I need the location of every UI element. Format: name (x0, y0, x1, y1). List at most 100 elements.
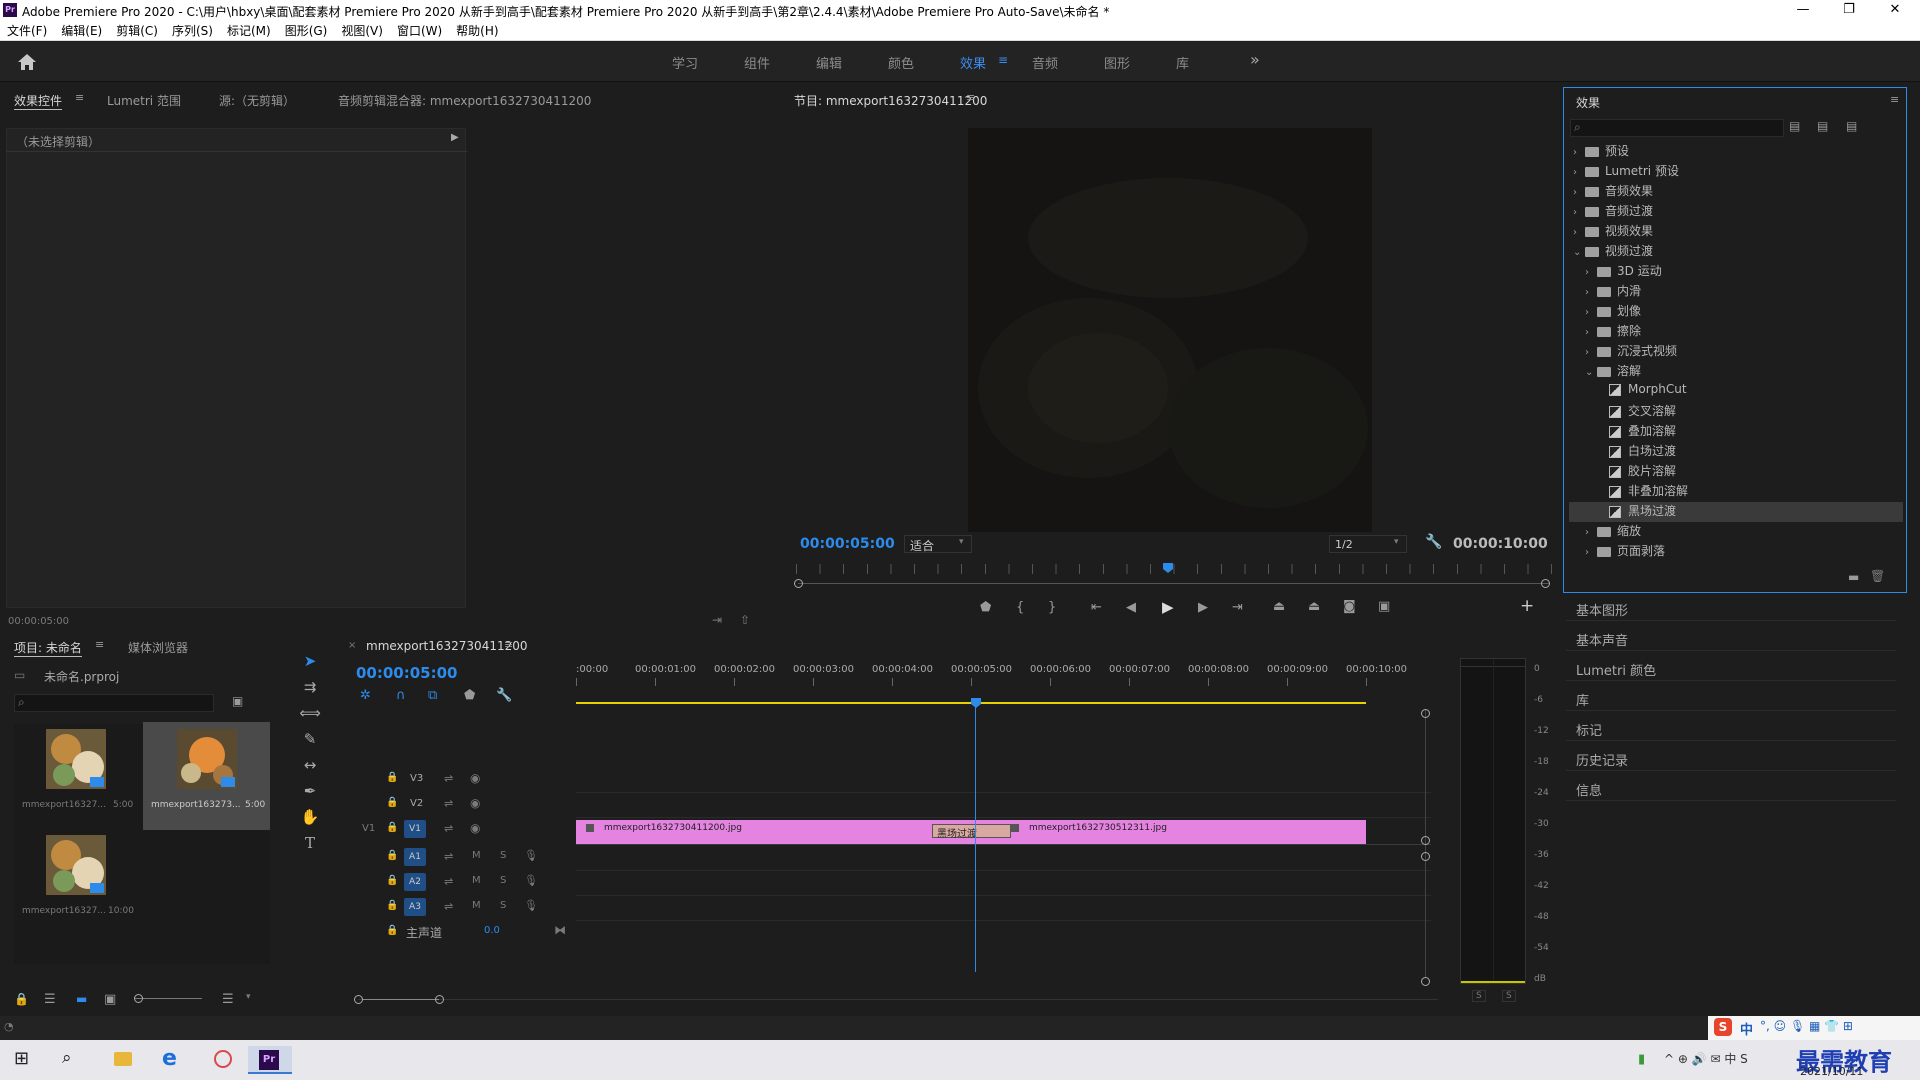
chevron-right-icon[interactable]: › (1585, 327, 1597, 338)
effect-folder[interactable]: ⌄ 溶解 (1569, 362, 1903, 382)
scroll-handle[interactable] (1421, 977, 1430, 986)
menu-clip[interactable]: 剪辑(C) (109, 21, 165, 41)
chevron-right-icon[interactable]: › (1585, 287, 1597, 298)
track-label-v1[interactable]: V1 (404, 820, 426, 838)
windows-start-icon[interactable]: ⊞ (14, 1048, 29, 1069)
workspace-audio[interactable]: 音频 (1032, 53, 1058, 72)
effect-folder[interactable]: › 音频过渡 (1569, 202, 1903, 222)
add-marker-icon[interactable]: ⬟ (464, 688, 475, 703)
track-label-a2[interactable]: A2 (404, 873, 426, 891)
snap-icon[interactable]: ∩ (396, 688, 406, 703)
menu-help[interactable]: 帮助(H) (449, 21, 505, 41)
timeline-menu-icon[interactable]: ≡ (504, 638, 513, 651)
timeline-clip[interactable]: mmexport1632730411200.jpg (576, 820, 971, 844)
effect-folder[interactable]: › 内滑 (1569, 282, 1903, 302)
microphone-icon[interactable]: 🎙 (524, 849, 538, 862)
battery-icon[interactable]: ▮ (1638, 1052, 1645, 1067)
new-search-bin-icon[interactable]: ▣ (232, 694, 243, 708)
search-icon[interactable]: ⌕ (62, 1048, 72, 1068)
solo-left-button[interactable]: S (1472, 990, 1486, 1002)
mark-in-icon[interactable]: { (1016, 600, 1024, 615)
file-explorer-icon[interactable] (102, 1046, 142, 1074)
transition-block[interactable]: 黑场过渡 (932, 824, 1011, 840)
panel-lumetri-color[interactable]: Lumetri 颜色 (1566, 653, 1896, 681)
effect-folder[interactable]: › 擦除 (1569, 322, 1903, 342)
microphone-icon[interactable]: 🎙 (524, 899, 538, 912)
panel-info[interactable]: 信息 (1566, 773, 1896, 801)
solo-button[interactable]: S (500, 850, 506, 861)
track-label-a3[interactable]: A3 (404, 898, 426, 916)
tab-effect-controls[interactable]: 效果控件 (14, 92, 63, 110)
mute-button[interactable]: M (472, 900, 481, 911)
panel-history[interactable]: 历史记录 (1566, 743, 1896, 771)
chevron-down-icon[interactable]: ⌄ (1573, 247, 1585, 258)
microphone-icon[interactable]: 🎙 (524, 874, 538, 887)
scroll-handle[interactable] (1421, 709, 1430, 718)
workspace-graphics[interactable]: 图形 (1104, 53, 1130, 72)
program-mini-ruler[interactable] (796, 564, 1552, 574)
lock-icon[interactable]: 🔒 (386, 772, 398, 783)
nest-icon[interactable]: ✲ (360, 688, 371, 703)
track-label-a1[interactable]: A1 (404, 848, 426, 866)
freeform-view-icon[interactable]: ▣ (104, 992, 116, 1007)
scroll-thumb[interactable] (363, 999, 439, 1000)
sync-lock-icon[interactable]: ⇌ (444, 797, 453, 810)
go-to-next-edit-icon[interactable]: ⧓ (554, 923, 566, 937)
export-frame-icon[interactable]: ◙ (1343, 599, 1356, 614)
chevron-down-icon[interactable]: ⌄ (1585, 367, 1597, 378)
scroll-handle[interactable] (1421, 836, 1430, 845)
menu-sequence[interactable]: 序列(S) (165, 21, 220, 41)
slider-handle[interactable] (134, 994, 143, 1003)
add-marker-icon[interactable]: ⬟ (980, 600, 991, 615)
eye-icon[interactable]: ◉ (470, 821, 480, 835)
effect-folder[interactable]: › 视频效果 (1569, 222, 1903, 242)
effect-folder[interactable]: › 划像 (1569, 302, 1903, 322)
effect-item[interactable]: 交叉溶解 (1569, 402, 1903, 422)
share-icon[interactable]: ⇧ (740, 613, 750, 627)
mark-out-icon[interactable]: } (1048, 600, 1056, 615)
workspace-menu-icon[interactable]: ≡ (998, 53, 1008, 67)
razor-tool-icon[interactable]: ✎ (297, 730, 323, 752)
effect-item[interactable]: 叠加溶解 (1569, 422, 1903, 442)
add-button-icon[interactable]: + (1520, 596, 1534, 616)
chevron-right-icon[interactable]: › (1585, 547, 1597, 558)
step-back-icon[interactable]: ◀ (1126, 600, 1136, 615)
lock-icon[interactable]: 🔒 (386, 850, 398, 861)
chevron-right-icon[interactable]: › (1585, 307, 1597, 318)
lock-icon[interactable]: 🔒 (14, 992, 29, 1006)
workspace-learn[interactable]: 学习 (672, 53, 698, 72)
sync-lock-icon[interactable]: ⇌ (444, 875, 453, 888)
menu-edit[interactable]: 编辑(E) (54, 21, 109, 41)
solo-right-button[interactable]: S (1502, 990, 1516, 1002)
program-playhead-timecode[interactable]: 00:00:05:00 (800, 536, 895, 552)
effect-folder[interactable]: › Lumetri 预设 (1569, 162, 1903, 182)
program-zoom-bar[interactable] (798, 583, 1550, 584)
export-audio-icon[interactable]: ⇥ (712, 613, 722, 627)
chevron-right-icon[interactable]: › (1573, 147, 1585, 158)
timeline-settings-icon[interactable]: 🔧 (496, 688, 512, 703)
project-menu-icon[interactable]: ≡ (95, 638, 104, 651)
go-to-out-icon[interactable]: ⇥ (1232, 600, 1243, 615)
program-menu-icon[interactable]: ≡ (966, 91, 975, 104)
lift-icon[interactable]: ⏏ (1273, 599, 1285, 614)
sync-lock-icon[interactable]: ⇌ (444, 772, 453, 785)
workspace-assembly[interactable]: 组件 (744, 53, 770, 72)
project-item[interactable]: mmexport16327... 5:00 (14, 724, 141, 828)
panel-essential-sound[interactable]: 基本声音 (1566, 623, 1896, 651)
sync-lock-icon[interactable]: ⇌ (444, 822, 453, 835)
tab-audio-clip-mixer[interactable]: 音频剪辑混合器: mmexport1632730411200 (338, 92, 591, 109)
selection-tool-icon[interactable]: ➤ (297, 652, 323, 674)
zoom-handle-left[interactable] (794, 579, 803, 588)
panel-markers[interactable]: 标记 (1566, 713, 1896, 741)
maximize-button[interactable]: ❐ (1826, 0, 1872, 21)
comparison-view-icon[interactable]: ▣ (1378, 599, 1390, 614)
scroll-handle[interactable] (354, 995, 363, 1004)
new-bin-icon[interactable]: ▬ (1848, 570, 1859, 584)
sort-icon[interactable]: ☰ (222, 992, 234, 1007)
lock-icon[interactable]: 🔒 (386, 925, 398, 936)
linked-selection-icon[interactable]: ⧉ (428, 688, 437, 703)
solo-button[interactable]: S (500, 875, 506, 886)
type-tool-icon[interactable]: T (297, 834, 323, 856)
track-select-tool-icon[interactable]: ⇉ (297, 678, 323, 700)
lock-icon[interactable]: 🔒 (386, 875, 398, 886)
